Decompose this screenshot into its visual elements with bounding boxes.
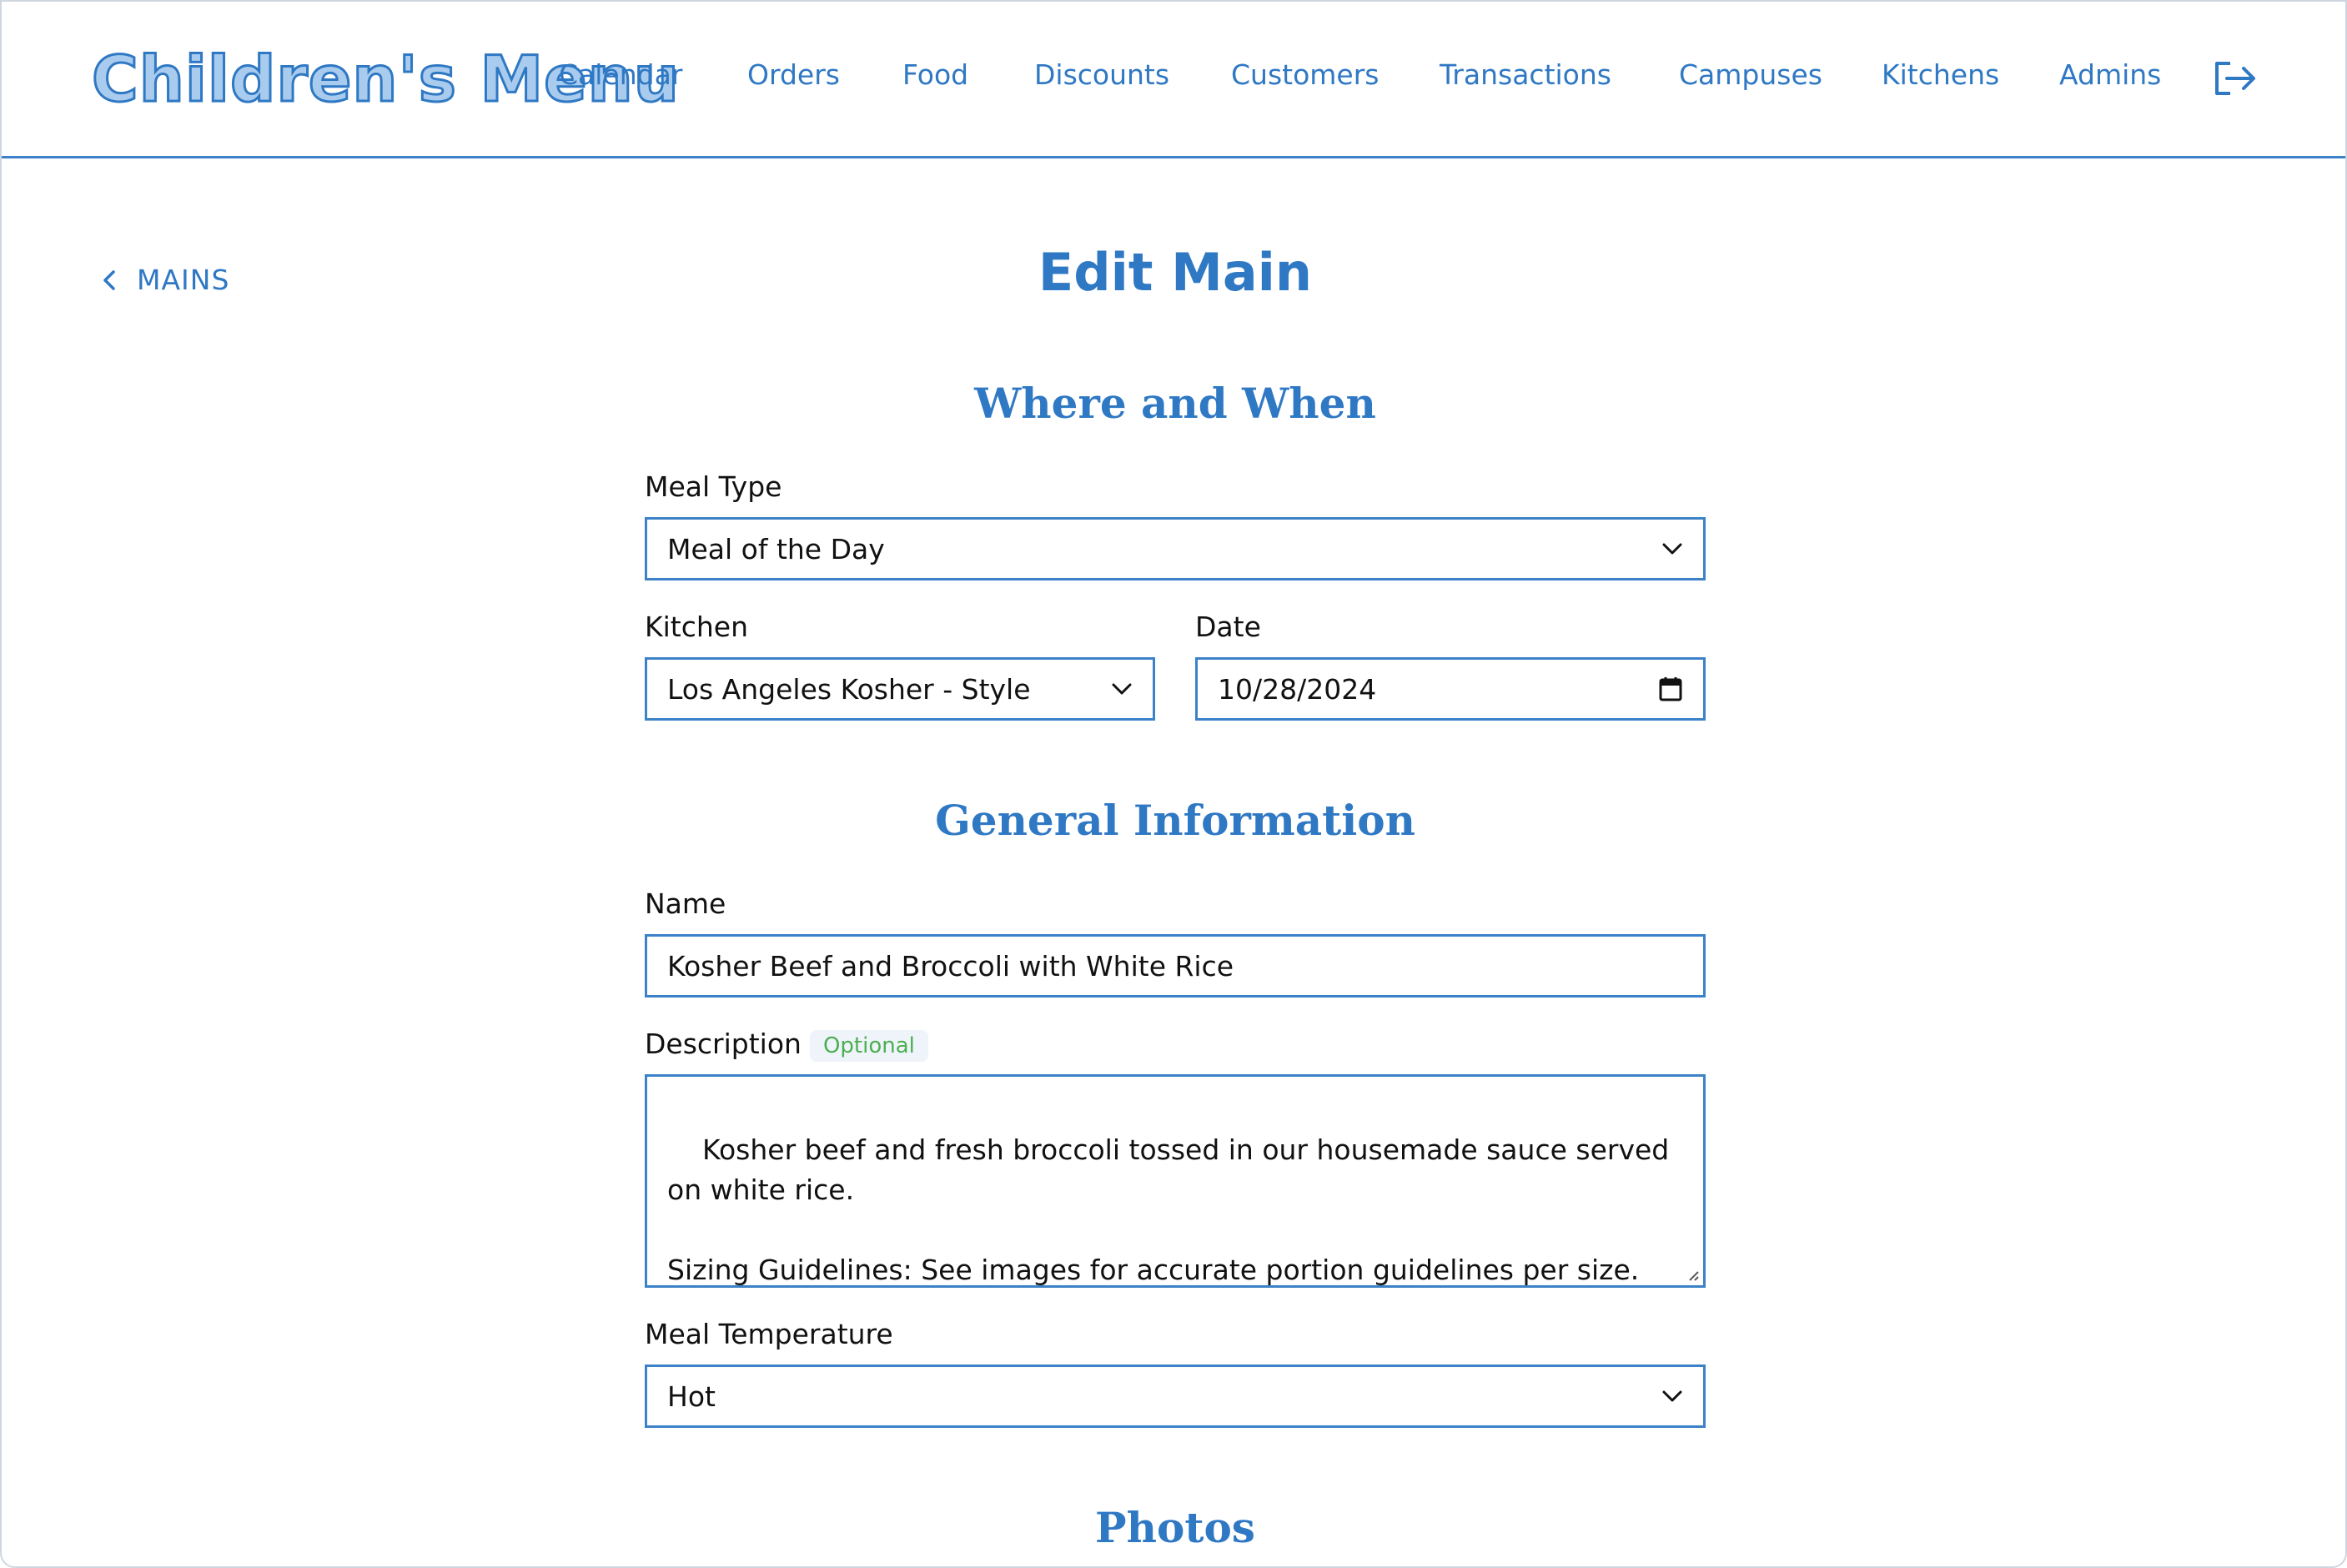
calendar-icon[interactable] <box>1658 676 1683 702</box>
nav-orders[interactable]: Orders <box>747 58 840 91</box>
description-value: Kosher beef and fresh broccoli tossed in… <box>667 1133 1670 1286</box>
name-input[interactable]: Kosher Beef and Broccoli with White Rice <box>645 934 1706 998</box>
kitchen-label: Kitchen <box>645 611 749 643</box>
section-heading-general-information: General Information <box>935 796 1415 845</box>
name-value: Kosher Beef and Broccoli with White Rice <box>667 949 1234 983</box>
description-label: Description <box>645 1028 802 1060</box>
nav-calendar[interactable]: Calendar <box>559 58 682 91</box>
section-heading-photos: Photos <box>1095 1503 1255 1552</box>
nav-transactions[interactable]: Transactions <box>1440 58 1611 91</box>
chevron-down-icon <box>1662 1390 1682 1402</box>
chevron-down-icon <box>1112 683 1132 695</box>
optional-badge: Optional <box>809 1029 928 1062</box>
meal-type-value: Meal of the Day <box>667 532 885 565</box>
meal-type-label: Meal Type <box>645 470 782 503</box>
kitchen-select[interactable]: Los Angeles Kosher - Style <box>645 657 1155 721</box>
description-textarea[interactable]: Kosher beef and fresh broccoli tossed in… <box>645 1074 1706 1288</box>
nav-admins[interactable]: Admins <box>2059 58 2161 91</box>
date-input[interactable]: 10/28/2024 <box>1195 657 1706 721</box>
date-value: 10/28/2024 <box>1218 672 1377 706</box>
nav-customers[interactable]: Customers <box>1231 58 1380 91</box>
resize-handle-icon[interactable] <box>1686 1269 1700 1282</box>
page-title: Edit Main <box>1038 242 1313 303</box>
name-label: Name <box>645 887 726 920</box>
nav-food[interactable]: Food <box>902 58 968 91</box>
top-navigation-bar: Children's Menu Calendar Orders Food Dis… <box>2 2 2345 158</box>
kitchen-value: Los Angeles Kosher - Style <box>667 672 1031 706</box>
nav-discounts[interactable]: Discounts <box>1034 58 1169 91</box>
section-heading-where-when: Where and When <box>974 379 1376 428</box>
nav-kitchens[interactable]: Kitchens <box>1882 58 1999 91</box>
chevron-down-icon <box>1662 543 1682 555</box>
meal-temperature-value: Hot <box>667 1380 716 1413</box>
description-label-row: Description Optional <box>645 1028 928 1062</box>
date-label: Date <box>1195 611 1261 643</box>
app-window: Children's Menu Calendar Orders Food Dis… <box>0 0 2347 1568</box>
nav-campuses[interactable]: Campuses <box>1679 58 1822 91</box>
meal-temperature-label: Meal Temperature <box>645 1318 893 1350</box>
meal-temperature-select[interactable]: Hot <box>645 1364 1706 1428</box>
logout-icon[interactable] <box>2214 60 2257 97</box>
meal-type-select[interactable]: Meal of the Day <box>645 517 1706 580</box>
